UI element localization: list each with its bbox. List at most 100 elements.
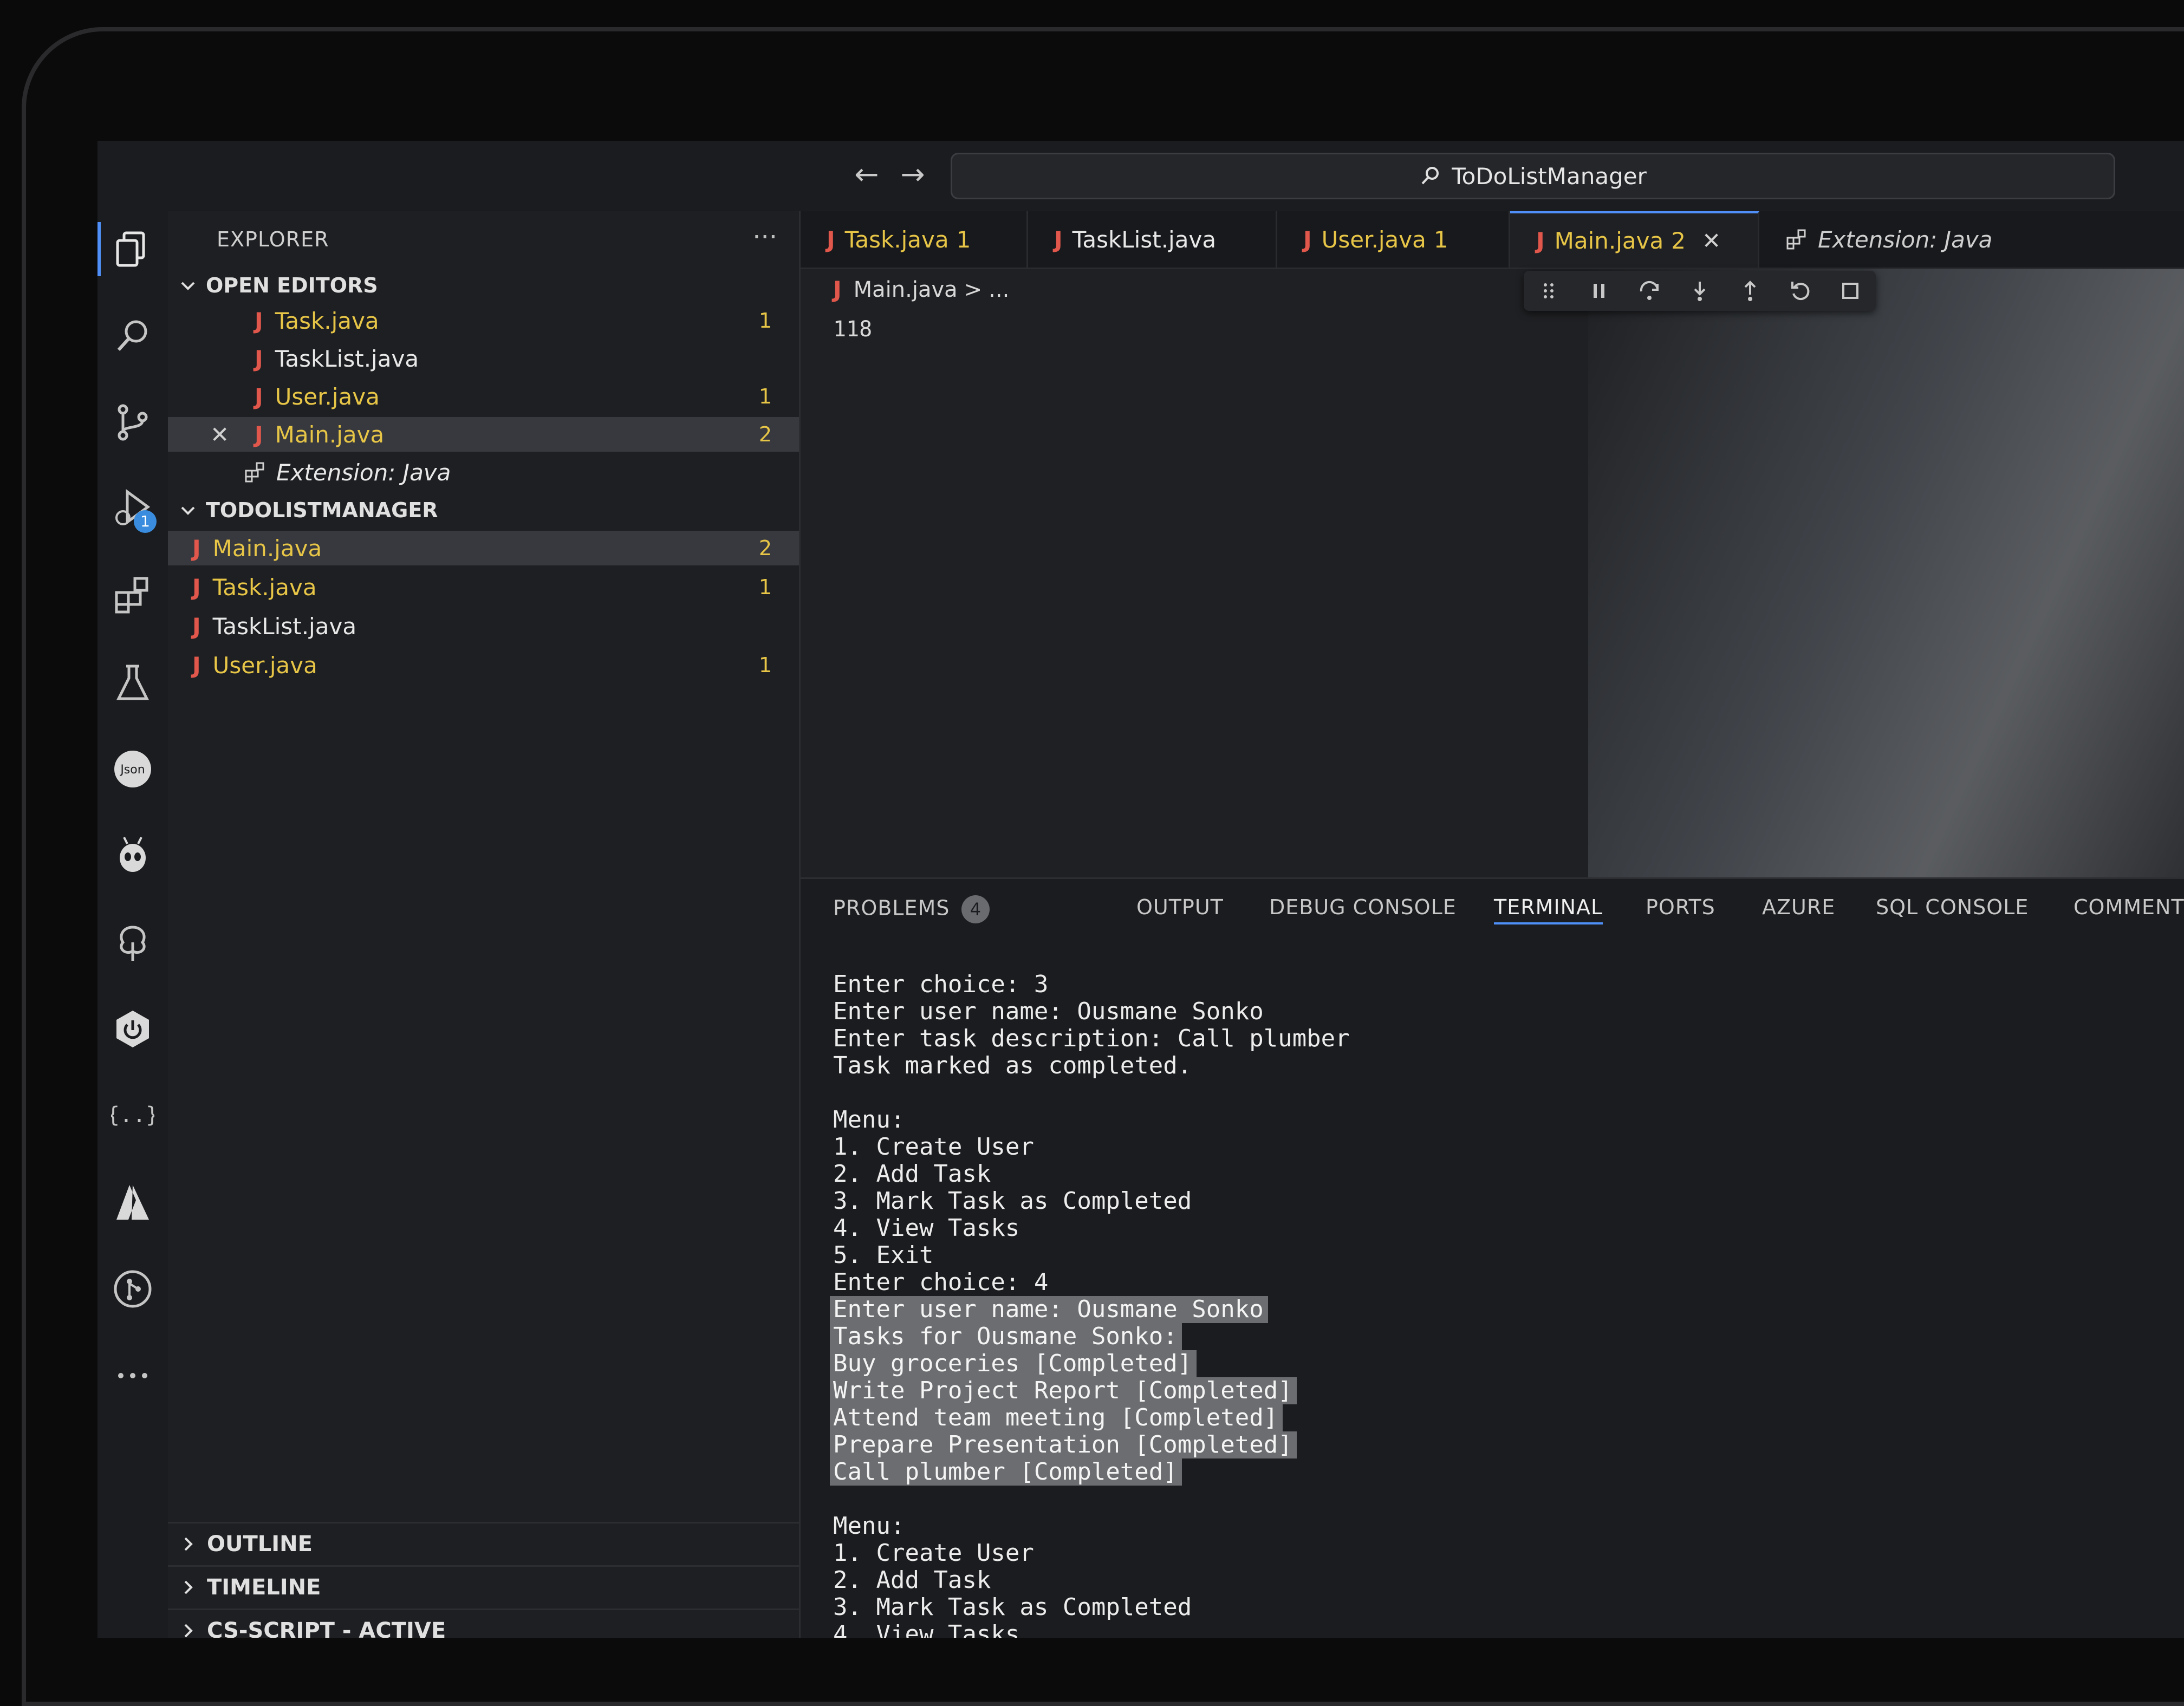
project-file-item[interactable]: J Task.java 1 [168, 570, 799, 604]
tab-label: TaskList.java [1072, 226, 1217, 253]
tab-user-java[interactable]: J User.java 1 [1277, 211, 1510, 268]
more-icon[interactable] [106, 1349, 160, 1403]
chevron-right-icon [184, 1537, 193, 1551]
drag-handle-icon[interactable] [1536, 278, 1561, 303]
tab-sql-console[interactable]: SQL CONSOLE [1876, 895, 2029, 919]
back-arrow-icon[interactable]: ← [850, 158, 883, 191]
close-icon[interactable]: ✕ [1702, 227, 1721, 254]
explorer-sidebar: EXPLORER ··· OPEN EDITORS J Task.java 1 … [168, 211, 801, 1638]
tab-tasklist-java[interactable]: J TaskList.java [1028, 211, 1277, 268]
json-icon[interactable]: Json [106, 742, 160, 796]
editor-area: J Task.java 1 J TaskList.java J User.jav… [801, 211, 2184, 877]
open-editor-item[interactable]: J Task.java 1 [168, 303, 799, 338]
forward-arrow-icon[interactable]: → [896, 158, 929, 191]
braces-icon[interactable]: {..} [106, 1089, 160, 1143]
explorer-more-button[interactable]: ··· [752, 222, 777, 252]
tab-comments[interactable]: COMMENTS [2074, 895, 2184, 919]
tab-azure[interactable]: AZURE [1762, 895, 1835, 919]
open-editor-item-active[interactable]: ✕ J Main.java 2 [168, 417, 799, 452]
step-over-icon[interactable] [1637, 278, 1662, 303]
java-file-icon: J [255, 383, 263, 410]
terminal-line: Enter user name: Ousmane Sonko [830, 1296, 1268, 1323]
svg-text:Json: Json [119, 763, 145, 777]
run-debug-icon[interactable]: 1 [106, 482, 160, 536]
project-label: TODOLISTMANAGER [206, 498, 438, 522]
restart-icon[interactable] [1788, 278, 1813, 303]
terminal-line: Enter task description: Call plumber [833, 1025, 1350, 1052]
explorer-icon[interactable] [98, 222, 160, 276]
file-name: Extension: Java [276, 459, 451, 486]
terminal-output[interactable]: Enter choice: 3 Enter user name: Ousmane … [830, 971, 2160, 1638]
project-file-item-active[interactable]: J Main.java 2 [168, 531, 799, 565]
problem-count: 1 [758, 653, 772, 677]
tab-output[interactable]: OUTPUT [1136, 895, 1224, 919]
open-editors-section[interactable]: OPEN EDITORS [179, 274, 378, 297]
screen-glare [1588, 268, 2184, 877]
open-editor-item[interactable]: Extension: Java [168, 455, 799, 490]
breadcrumb-rest[interactable]: ... [989, 277, 1009, 302]
tab-terminal[interactable]: TERMINAL [1494, 895, 1603, 924]
source-control-icon[interactable] [106, 395, 160, 450]
java-file-icon: J [255, 345, 263, 372]
open-editor-item[interactable]: J TaskList.java [168, 341, 799, 376]
terminal-line: 3. Mark Task as Completed [833, 1187, 1192, 1215]
terminal-line: 2. Add Task [833, 1160, 991, 1188]
git-graph-icon[interactable] [106, 1262, 160, 1316]
java-file-icon: J [192, 574, 201, 601]
testing-flask-icon[interactable] [106, 655, 160, 709]
explorer-header: EXPLORER [217, 227, 329, 251]
file-name: User.java [212, 652, 317, 679]
java-file-icon: J [192, 535, 201, 562]
tab-problem-count: 2 [1671, 227, 1686, 254]
terminal-line: Menu: [833, 1106, 905, 1134]
terminal-line: 2. Add Task [833, 1566, 991, 1594]
tab-ports[interactable]: PORTS [1646, 895, 1715, 919]
file-name: Main.java [275, 421, 385, 448]
debug-toolbar [1524, 271, 1876, 311]
close-icon[interactable]: ✕ [210, 421, 229, 448]
terminal-line: Attend team meeting [Completed] [830, 1404, 1283, 1431]
tab-label: Extension: Java [1818, 226, 1993, 253]
timeline-section[interactable]: TIMELINE [168, 1565, 799, 1607]
project-file-item[interactable]: J User.java 1 [168, 648, 799, 682]
terminal-line: 3. Mark Task as Completed [833, 1593, 1192, 1621]
svg-text:{..}: {..} [111, 1103, 154, 1128]
tab-debug-console[interactable]: DEBUG CONSOLE [1269, 895, 1457, 919]
chevron-down-icon [181, 506, 195, 515]
stop-icon[interactable] [1838, 278, 1863, 303]
pause-icon[interactable] [1587, 278, 1611, 303]
cs-script-section[interactable]: CS-SCRIPT - ACTIVE [168, 1609, 799, 1638]
breadcrumb-file[interactable]: Main.java [854, 277, 958, 302]
project-file-item[interactable]: J TaskList.java [168, 609, 799, 643]
outline-section[interactable]: OUTLINE [168, 1522, 799, 1564]
alien-icon[interactable] [106, 829, 160, 883]
problems-badge: 4 [961, 895, 990, 923]
activity-bar: 1 Json {..} [98, 211, 168, 1638]
project-section[interactable]: TODOLISTMANAGER [179, 498, 438, 522]
terminal-line: Enter choice: 3 [833, 971, 1049, 998]
power-icon[interactable] [106, 1002, 160, 1056]
search-icon[interactable] [106, 309, 160, 363]
tree-icon[interactable] [106, 915, 160, 969]
breadcrumb[interactable]: J Main.java > ... [833, 276, 1009, 303]
line-number: 118 [833, 317, 873, 342]
azure-icon[interactable] [106, 1175, 160, 1229]
tab-task-java[interactable]: J Task.java 1 [801, 211, 1028, 268]
tab-extension-java[interactable]: Extension: Java [1759, 211, 2041, 268]
file-name: Task.java [275, 307, 379, 334]
file-name: User.java [275, 383, 380, 410]
tab-main-java[interactable]: J Main.java 2 ✕ [1510, 211, 1759, 268]
extensions-icon[interactable] [106, 569, 160, 623]
command-center-search[interactable]: ToDoListManager [951, 153, 2115, 199]
open-editor-item[interactable]: J User.java 1 [168, 379, 799, 414]
java-file-icon: J [192, 613, 201, 640]
step-into-icon[interactable] [1687, 278, 1712, 303]
problem-count: 2 [758, 536, 772, 560]
java-file-icon: J [255, 421, 263, 448]
step-out-icon[interactable] [1738, 278, 1763, 303]
debug-badge: 1 [134, 510, 157, 533]
tab-problems[interactable]: PROBLEMS 4 [833, 895, 990, 923]
file-name: TaskList.java [275, 345, 419, 372]
